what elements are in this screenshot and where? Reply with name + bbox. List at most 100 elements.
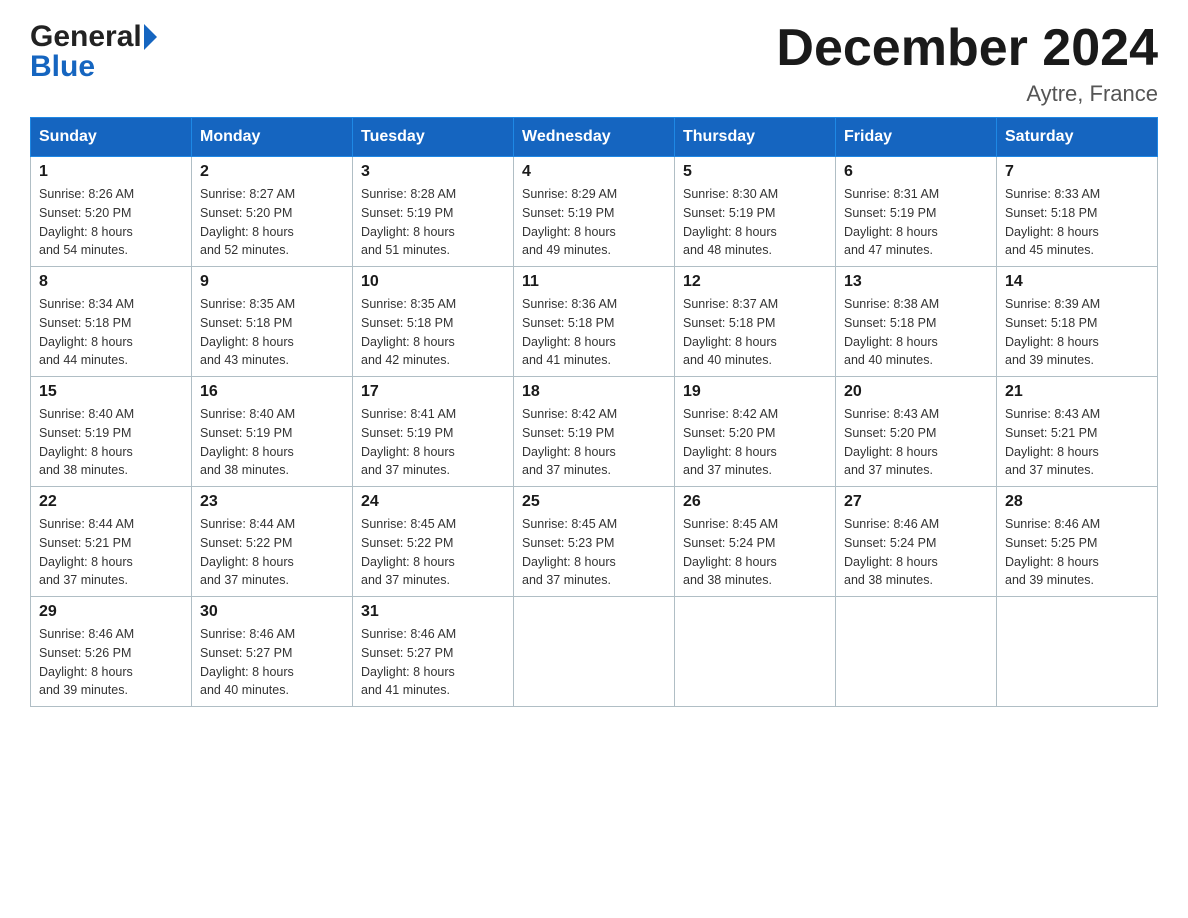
calendar-day-cell: 10 Sunrise: 8:35 AM Sunset: 5:18 PM Dayl…: [353, 267, 514, 377]
calendar-day-cell: 6 Sunrise: 8:31 AM Sunset: 5:19 PM Dayli…: [836, 157, 997, 267]
day-info: Sunrise: 8:46 AM Sunset: 5:27 PM Dayligh…: [200, 625, 344, 700]
day-info: Sunrise: 8:45 AM Sunset: 5:22 PM Dayligh…: [361, 515, 505, 590]
calendar-day-cell: 15 Sunrise: 8:40 AM Sunset: 5:19 PM Dayl…: [31, 377, 192, 487]
day-info: Sunrise: 8:37 AM Sunset: 5:18 PM Dayligh…: [683, 295, 827, 370]
calendar-day-cell: 22 Sunrise: 8:44 AM Sunset: 5:21 PM Dayl…: [31, 487, 192, 597]
calendar-day-cell: 23 Sunrise: 8:44 AM Sunset: 5:22 PM Dayl…: [192, 487, 353, 597]
day-info: Sunrise: 8:46 AM Sunset: 5:26 PM Dayligh…: [39, 625, 183, 700]
day-number: 15: [39, 383, 183, 401]
day-info: Sunrise: 8:40 AM Sunset: 5:19 PM Dayligh…: [200, 405, 344, 480]
day-info: Sunrise: 8:35 AM Sunset: 5:18 PM Dayligh…: [200, 295, 344, 370]
day-number: 12: [683, 273, 827, 291]
day-number: 31: [361, 603, 505, 621]
calendar-header-cell: Monday: [192, 118, 353, 157]
day-info: Sunrise: 8:39 AM Sunset: 5:18 PM Dayligh…: [1005, 295, 1149, 370]
calendar-day-cell: 16 Sunrise: 8:40 AM Sunset: 5:19 PM Dayl…: [192, 377, 353, 487]
day-number: 28: [1005, 493, 1149, 511]
calendar-week-row: 1 Sunrise: 8:26 AM Sunset: 5:20 PM Dayli…: [31, 157, 1158, 267]
calendar-day-cell: 8 Sunrise: 8:34 AM Sunset: 5:18 PM Dayli…: [31, 267, 192, 377]
day-number: 30: [200, 603, 344, 621]
calendar-day-cell: 29 Sunrise: 8:46 AM Sunset: 5:26 PM Dayl…: [31, 597, 192, 707]
day-number: 8: [39, 273, 183, 291]
day-number: 6: [844, 163, 988, 181]
day-info: Sunrise: 8:36 AM Sunset: 5:18 PM Dayligh…: [522, 295, 666, 370]
calendar-day-cell: 18 Sunrise: 8:42 AM Sunset: 5:19 PM Dayl…: [514, 377, 675, 487]
day-info: Sunrise: 8:35 AM Sunset: 5:18 PM Dayligh…: [361, 295, 505, 370]
day-number: 22: [39, 493, 183, 511]
day-number: 14: [1005, 273, 1149, 291]
calendar-day-cell: 28 Sunrise: 8:46 AM Sunset: 5:25 PM Dayl…: [997, 487, 1158, 597]
day-info: Sunrise: 8:38 AM Sunset: 5:18 PM Dayligh…: [844, 295, 988, 370]
day-info: Sunrise: 8:43 AM Sunset: 5:20 PM Dayligh…: [844, 405, 988, 480]
day-info: Sunrise: 8:29 AM Sunset: 5:19 PM Dayligh…: [522, 185, 666, 260]
day-number: 9: [200, 273, 344, 291]
logo-blue-text: Blue: [30, 50, 95, 84]
day-number: 13: [844, 273, 988, 291]
calendar-header-cell: Saturday: [997, 118, 1158, 157]
day-number: 26: [683, 493, 827, 511]
calendar-body: 1 Sunrise: 8:26 AM Sunset: 5:20 PM Dayli…: [31, 157, 1158, 707]
page-header: General Blue December 2024 Aytre, France: [30, 20, 1158, 107]
calendar-day-cell: 3 Sunrise: 8:28 AM Sunset: 5:19 PM Dayli…: [353, 157, 514, 267]
calendar-day-cell: 26 Sunrise: 8:45 AM Sunset: 5:24 PM Dayl…: [675, 487, 836, 597]
day-info: Sunrise: 8:43 AM Sunset: 5:21 PM Dayligh…: [1005, 405, 1149, 480]
calendar-day-cell: [675, 597, 836, 707]
day-number: 25: [522, 493, 666, 511]
day-number: 10: [361, 273, 505, 291]
day-number: 18: [522, 383, 666, 401]
day-info: Sunrise: 8:44 AM Sunset: 5:21 PM Dayligh…: [39, 515, 183, 590]
calendar-day-cell: 21 Sunrise: 8:43 AM Sunset: 5:21 PM Dayl…: [997, 377, 1158, 487]
calendar-week-row: 29 Sunrise: 8:46 AM Sunset: 5:26 PM Dayl…: [31, 597, 1158, 707]
day-number: 17: [361, 383, 505, 401]
day-number: 23: [200, 493, 344, 511]
calendar-day-cell: [997, 597, 1158, 707]
calendar-header: SundayMondayTuesdayWednesdayThursdayFrid…: [31, 118, 1158, 157]
calendar-header-cell: Friday: [836, 118, 997, 157]
calendar-day-cell: 24 Sunrise: 8:45 AM Sunset: 5:22 PM Dayl…: [353, 487, 514, 597]
logo-general-text: General: [30, 20, 142, 54]
day-number: 24: [361, 493, 505, 511]
logo: General Blue: [30, 20, 157, 84]
day-info: Sunrise: 8:45 AM Sunset: 5:24 PM Dayligh…: [683, 515, 827, 590]
calendar-day-cell: 5 Sunrise: 8:30 AM Sunset: 5:19 PM Dayli…: [675, 157, 836, 267]
day-info: Sunrise: 8:45 AM Sunset: 5:23 PM Dayligh…: [522, 515, 666, 590]
day-info: Sunrise: 8:34 AM Sunset: 5:18 PM Dayligh…: [39, 295, 183, 370]
location-subtitle: Aytre, France: [776, 81, 1158, 107]
calendar-day-cell: 25 Sunrise: 8:45 AM Sunset: 5:23 PM Dayl…: [514, 487, 675, 597]
calendar-day-cell: 7 Sunrise: 8:33 AM Sunset: 5:18 PM Dayli…: [997, 157, 1158, 267]
calendar-day-cell: 19 Sunrise: 8:42 AM Sunset: 5:20 PM Dayl…: [675, 377, 836, 487]
calendar-header-cell: Thursday: [675, 118, 836, 157]
calendar-day-cell: 20 Sunrise: 8:43 AM Sunset: 5:20 PM Dayl…: [836, 377, 997, 487]
calendar-day-cell: [514, 597, 675, 707]
day-info: Sunrise: 8:42 AM Sunset: 5:19 PM Dayligh…: [522, 405, 666, 480]
day-number: 7: [1005, 163, 1149, 181]
calendar-day-cell: 9 Sunrise: 8:35 AM Sunset: 5:18 PM Dayli…: [192, 267, 353, 377]
day-info: Sunrise: 8:27 AM Sunset: 5:20 PM Dayligh…: [200, 185, 344, 260]
calendar-title: December 2024: [776, 20, 1158, 77]
day-info: Sunrise: 8:28 AM Sunset: 5:19 PM Dayligh…: [361, 185, 505, 260]
day-number: 5: [683, 163, 827, 181]
day-number: 16: [200, 383, 344, 401]
day-info: Sunrise: 8:40 AM Sunset: 5:19 PM Dayligh…: [39, 405, 183, 480]
day-info: Sunrise: 8:41 AM Sunset: 5:19 PM Dayligh…: [361, 405, 505, 480]
day-info: Sunrise: 8:26 AM Sunset: 5:20 PM Dayligh…: [39, 185, 183, 260]
calendar-week-row: 8 Sunrise: 8:34 AM Sunset: 5:18 PM Dayli…: [31, 267, 1158, 377]
calendar-day-cell: 1 Sunrise: 8:26 AM Sunset: 5:20 PM Dayli…: [31, 157, 192, 267]
day-info: Sunrise: 8:46 AM Sunset: 5:27 PM Dayligh…: [361, 625, 505, 700]
calendar-header-cell: Wednesday: [514, 118, 675, 157]
calendar-day-cell: 11 Sunrise: 8:36 AM Sunset: 5:18 PM Dayl…: [514, 267, 675, 377]
day-number: 2: [200, 163, 344, 181]
title-block: December 2024 Aytre, France: [776, 20, 1158, 107]
day-number: 27: [844, 493, 988, 511]
day-number: 1: [39, 163, 183, 181]
day-info: Sunrise: 8:42 AM Sunset: 5:20 PM Dayligh…: [683, 405, 827, 480]
calendar-day-cell: 13 Sunrise: 8:38 AM Sunset: 5:18 PM Dayl…: [836, 267, 997, 377]
calendar-day-cell: 30 Sunrise: 8:46 AM Sunset: 5:27 PM Dayl…: [192, 597, 353, 707]
calendar-header-row: SundayMondayTuesdayWednesdayThursdayFrid…: [31, 118, 1158, 157]
calendar-day-cell: 14 Sunrise: 8:39 AM Sunset: 5:18 PM Dayl…: [997, 267, 1158, 377]
day-info: Sunrise: 8:44 AM Sunset: 5:22 PM Dayligh…: [200, 515, 344, 590]
calendar-table: SundayMondayTuesdayWednesdayThursdayFrid…: [30, 117, 1158, 707]
day-info: Sunrise: 8:46 AM Sunset: 5:25 PM Dayligh…: [1005, 515, 1149, 590]
calendar-day-cell: 31 Sunrise: 8:46 AM Sunset: 5:27 PM Dayl…: [353, 597, 514, 707]
day-number: 3: [361, 163, 505, 181]
